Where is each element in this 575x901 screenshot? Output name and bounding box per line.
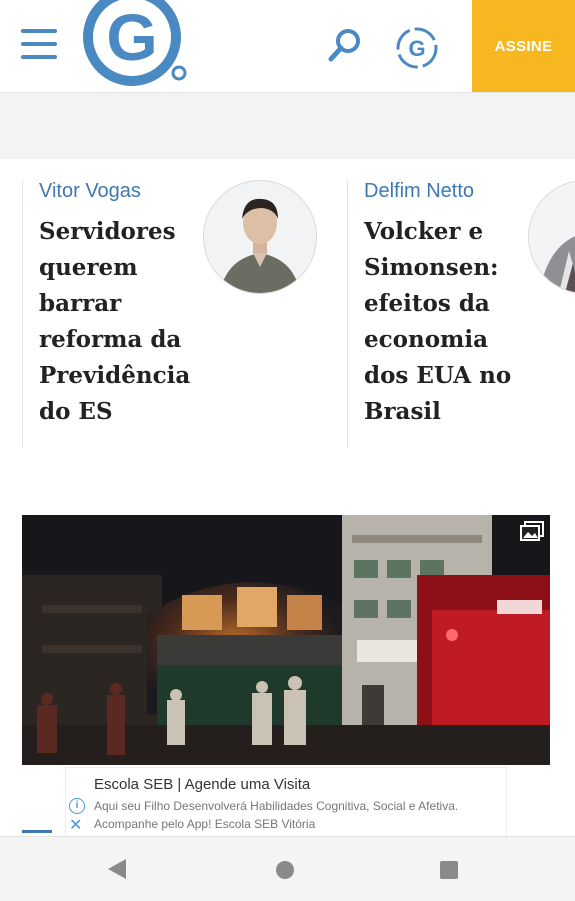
back-icon[interactable] [108,859,126,879]
featured-news-photo[interactable] [22,515,550,765]
column-headline[interactable]: Servidores querem barrar reforma da Prev… [39,214,204,430]
ad-close-icon[interactable]: ✕ [69,818,82,834]
recents-icon[interactable] [440,861,458,879]
banner-placeholder [0,93,575,159]
gazeta-logo[interactable]: G [76,0,191,95]
columnist-name[interactable]: Vitor Vogas [39,180,141,203]
columnists-carousel[interactable]: Vitor Vogas Servidores querem barrar ref… [0,160,575,450]
columnist-avatar [203,180,317,294]
svg-text:G: G [408,36,425,61]
column-card[interactable]: Delfim Netto Volcker e Simonsen: efeitos… [347,180,575,448]
column-card[interactable]: Vitor Vogas Servidores querem barrar ref… [22,180,323,448]
ad-description: Aqui seu Filho Desenvolverá Habilidades … [94,799,459,831]
menu-icon[interactable] [21,29,57,61]
ad-info-icon[interactable]: i [69,798,85,814]
subscribe-button[interactable]: ASSINE [472,0,575,92]
top-app-bar: G G ASSINE [0,0,575,93]
ad-banner[interactable]: i ✕ Escola SEB | Agende uma Visita Aqui … [65,767,507,837]
ad-title[interactable]: Escola SEB | Agende uma Visita [94,776,310,793]
columnist-avatar [528,180,575,294]
search-icon[interactable] [326,26,364,64]
android-nav-bar [0,836,575,901]
fire-scene-image [22,515,550,765]
column-headline[interactable]: Volcker e Simonsen: efeitos da economia … [364,214,529,430]
home-icon[interactable] [276,861,294,879]
columnist-name[interactable]: Delfim Netto [364,180,474,203]
gallery-icon[interactable] [520,521,544,541]
logo-letter: G [106,0,157,74]
g-circle-icon[interactable]: G [394,25,440,71]
